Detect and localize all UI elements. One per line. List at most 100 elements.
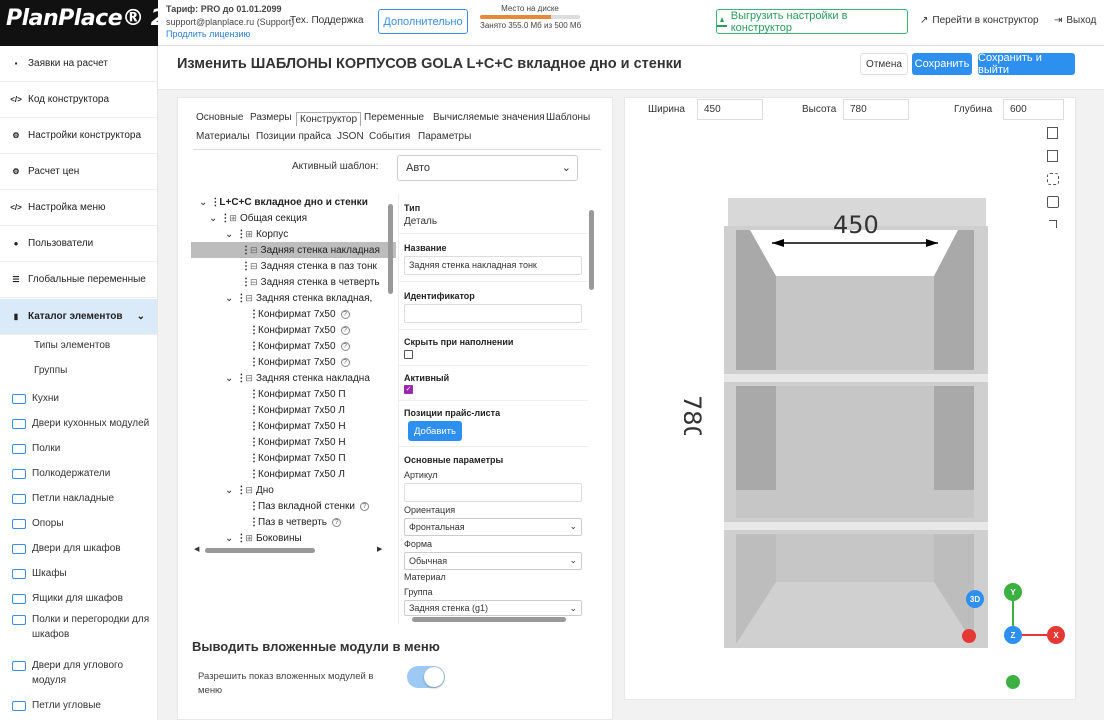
red-dot-icon[interactable] [962, 629, 976, 643]
tree-node[interactable]: ⌄ ⋮ ⊞ Боковины [191, 530, 396, 546]
axis-y-icon[interactable]: Y [1004, 583, 1022, 601]
tree-scrollbar-v[interactable] [388, 204, 393, 294]
chevron-down-icon[interactable]: ⌄ [225, 293, 233, 304]
save-button[interactable]: Сохранить [912, 53, 972, 75]
tree-node[interactable]: ⋮ Паз вкладной стенки? [191, 498, 396, 514]
drag-handle-icon[interactable]: ⋮ [210, 197, 220, 208]
tree-node[interactable]: ⋮ Конфирмат 7х50? [191, 322, 396, 338]
drag-handle-icon[interactable]: ⋮ [236, 373, 246, 384]
drag-handle-icon[interactable]: ⋮ [249, 421, 259, 432]
save-and-exit-button[interactable]: Сохранить и выйти [978, 52, 1075, 76]
tree-node[interactable]: ⋮ Конфирмат 7х50 П [191, 450, 396, 466]
sidebar-category[interactable]: Полкодержатели [12, 466, 157, 481]
properties-scrollbar-h[interactable] [412, 617, 566, 622]
sidebar-item-0[interactable]: ▪ Заявки на расчет [0, 46, 157, 82]
dimension-icon[interactable] [1049, 220, 1057, 228]
axis-z-icon[interactable]: Z [1004, 626, 1022, 644]
sidebar-category[interactable]: Ящики для шкафов [12, 591, 157, 606]
tree-node[interactable]: ⋮ ⊟ Задняя стенка в четверть [191, 274, 396, 290]
sidebar-category[interactable]: Двери кухонных модулей [12, 416, 157, 431]
drag-handle-icon[interactable]: ⋮ [241, 277, 251, 288]
tree-node[interactable]: ⋮ Конфирмат 7х50 Л [191, 402, 396, 418]
tree-node[interactable]: ⋮ Конфирмат 7х50? [191, 338, 396, 354]
tab-row2-0[interactable]: Материалы [196, 131, 250, 142]
sidebar-subitem-types[interactable]: Типы элементов [34, 340, 110, 351]
sidebar-category[interactable]: Полки [12, 441, 157, 456]
drag-handle-icon[interactable]: ⋮ [220, 213, 230, 224]
name-input[interactable]: Задняя стенка накладная тонк [404, 256, 582, 275]
help-icon[interactable]: ? [360, 501, 369, 511]
tab-row1-1[interactable]: Размеры [250, 112, 292, 123]
help-icon[interactable]: ? [340, 325, 350, 335]
view-3d-button[interactable]: 3D [966, 590, 984, 608]
sidebar-category[interactable]: Кухни [12, 391, 157, 406]
properties-scrollbar-v[interactable] [589, 210, 594, 290]
chevron-down-icon[interactable]: ⌄ [225, 373, 233, 384]
scroll-left-icon[interactable]: ◀ [194, 545, 199, 553]
sidebar-item-6[interactable]: ☰ Глобальные переменные [0, 262, 157, 298]
tree-node[interactable]: ⌄ ⋮ ⊟ Задняя стенка накладна [191, 370, 396, 386]
chevron-down-icon[interactable]: ⌄ [209, 213, 217, 224]
scroll-right-icon[interactable]: ▶ [377, 545, 382, 553]
tree-node[interactable]: ⋮ ⊟ Задняя стенка в паз тонк [191, 258, 396, 274]
front-view-icon[interactable] [1047, 127, 1058, 139]
sidebar-item-2[interactable]: ⚙ Настройки конструктора [0, 118, 157, 154]
tab-row1-5[interactable]: Шаблоны [546, 112, 590, 123]
article-input[interactable] [404, 483, 582, 502]
identifier-input[interactable] [404, 304, 582, 323]
chevron-down-icon[interactable]: ⌄ [225, 533, 233, 544]
drag-handle-icon[interactable]: ⋮ [236, 533, 246, 544]
tab-row1-0[interactable]: Основные [196, 112, 243, 123]
tree-node[interactable]: ⌄ ⋮ ⊟ Задняя стенка вкладная, [191, 290, 396, 306]
tab-row2-2[interactable]: JSON [337, 131, 364, 142]
sidebar-category[interactable]: Петли накладные [12, 491, 157, 506]
drag-handle-icon[interactable]: ⋮ [249, 389, 259, 400]
help-icon[interactable]: ? [340, 309, 350, 319]
sidebar-item-4[interactable]: </> Настройка меню [0, 190, 157, 226]
tree-node[interactable]: ⋮ Конфирмат 7х50? [191, 354, 396, 370]
tab-row1-2[interactable]: Конструктор [296, 112, 362, 126]
drag-handle-icon[interactable]: ⋮ [236, 485, 246, 496]
drag-handle-icon[interactable]: ⋮ [249, 405, 259, 416]
drag-handle-icon[interactable]: ⋮ [249, 437, 259, 448]
tree-node[interactable]: ⋮ Конфирмат 7х50 Л [191, 466, 396, 482]
sidebar-category[interactable]: Петли угловые [12, 698, 157, 713]
axis-x-icon[interactable]: X [1047, 626, 1065, 644]
chevron-down-icon[interactable]: ⌄ [199, 197, 207, 208]
tree-node[interactable]: ⌄ ⋮ L+C+C вкладное дно и стенки [191, 194, 396, 210]
help-icon[interactable]: ? [340, 341, 350, 351]
chevron-down-icon[interactable]: ⌄ [225, 485, 233, 496]
sidebar-category[interactable]: Шкафы [12, 566, 157, 581]
tree-node[interactable]: ⋮ Конфирмат 7х50 Н [191, 418, 396, 434]
tab-row1-3[interactable]: Переменные [364, 112, 424, 123]
group-select[interactable]: Задняя стенка (g1) ⌄ [404, 600, 582, 616]
depth-input[interactable]: 600 [1003, 99, 1064, 120]
drag-handle-icon[interactable]: ⋮ [241, 245, 251, 256]
drag-handle-icon[interactable]: ⋮ [249, 325, 259, 336]
orientation-select[interactable]: Фронтальная ⌄ [404, 518, 582, 536]
sidebar-category[interactable]: Полки и перегородки для шкафов [12, 612, 157, 642]
width-input[interactable]: 450 [697, 99, 763, 120]
tree-node[interactable]: ⋮ Конфирмат 7х50? [191, 306, 396, 322]
tree-node[interactable]: ⌄ ⋮ ⊞ Общая секция [191, 210, 396, 226]
sidebar-item-3[interactable]: ⚙ Расчет цен [0, 154, 157, 190]
sidebar-category[interactable]: Двери для шкафов [12, 541, 157, 556]
tab-row2-3[interactable]: События [369, 131, 410, 142]
support-email[interactable]: support@planplace.ru (Support) [166, 17, 294, 27]
sidebar-item-5[interactable]: ● Пользователи [0, 226, 157, 262]
tree-node[interactable]: ⌄ ⋮ ⊟ Дно [191, 482, 396, 498]
drag-handle-icon[interactable]: ⋮ [249, 341, 259, 352]
sidebar-item-1[interactable]: </> Код конструктора [0, 82, 157, 118]
tree-node[interactable]: ⋮ Конфирмат 7х50 П [191, 386, 396, 402]
drag-handle-icon[interactable]: ⋮ [249, 309, 259, 320]
allow-nested-toggle[interactable] [407, 666, 445, 688]
side-view-icon[interactable] [1047, 150, 1058, 162]
sidebar-category[interactable]: Опоры [12, 516, 157, 531]
height-input[interactable]: 780 [843, 99, 909, 120]
export-settings-button[interactable]: Выгрузить настройки в конструктор [716, 9, 908, 34]
drag-handle-icon[interactable]: ⋮ [249, 453, 259, 464]
logo[interactable]: PlanPlace® 2.0 [0, 0, 189, 46]
tech-support-link[interactable]: Тех. Поддержка [290, 15, 364, 26]
tree-node[interactable]: ⋮ Паз в четверть? [191, 514, 396, 530]
chevron-down-icon[interactable]: ⌄ [225, 229, 233, 240]
